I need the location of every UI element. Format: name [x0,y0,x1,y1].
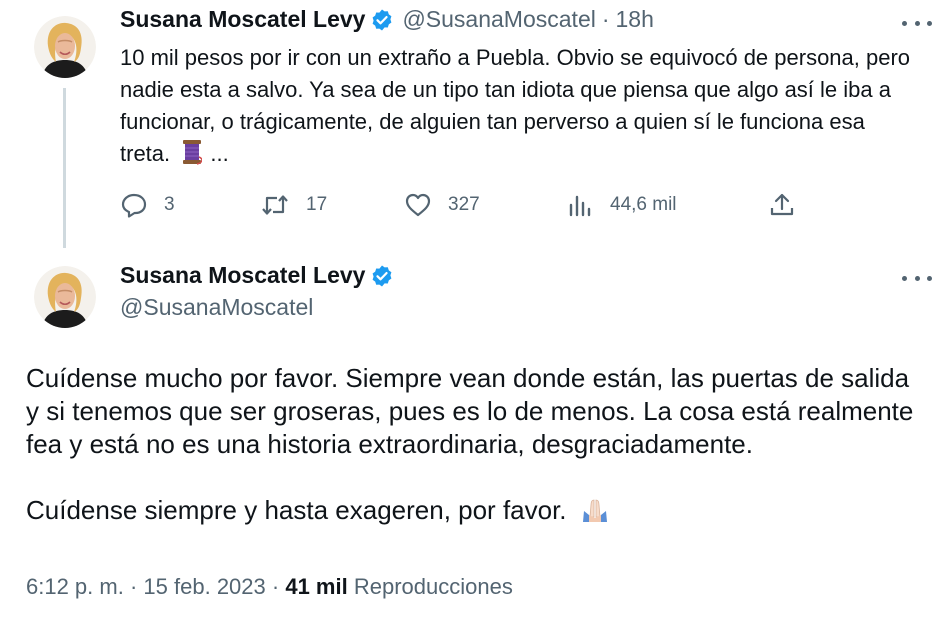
author-name[interactable]: Susana Moscatel Levy [120,6,365,33]
tweet-paragraph: Cuídense mucho por favor. Siempre vean d… [26,363,914,459]
tweet-body: 10 mil pesos por ir con un extraño a Pue… [120,45,911,166]
tweet1-header: Susana Moscatel Levy @SusanaMoscatel · 1… [120,6,654,33]
avatar[interactable] [34,266,96,328]
views-button[interactable]: 44,6 mil [566,188,677,222]
tweet-text: 10 mil pesos por ir con un extraño a Pue… [120,42,920,174]
tweet-time[interactable]: 6:12 p. m. [26,574,124,599]
spool-of-thread-icon [182,139,203,174]
retweet-count: 17 [306,194,328,215]
folded-hands-icon [580,497,610,533]
views-count: 44,6 mil [610,194,677,215]
tweet-paragraph-2: Cuídense siempre y hasta exageren, por f… [26,494,926,533]
thread-connector-line [63,88,66,248]
retweet-button[interactable]: 17 [260,188,327,222]
tweet-meta: 6:12 p. m. · 15 feb. 2023 · 41 mil Repro… [26,574,513,600]
like-count: 327 [448,194,480,215]
avatar[interactable] [34,16,96,78]
tweet-paragraph-text: Cuídense siempre y hasta exageren, por f… [26,495,567,525]
show-more-link[interactable]: ... [210,141,228,166]
more-options-icon[interactable] [902,18,932,28]
reply-button[interactable]: 3 [120,188,175,222]
views-label: Reproducciones [353,574,513,599]
tweet2-header: Susana Moscatel Levy [120,262,394,289]
verified-badge-icon [370,264,394,288]
share-button[interactable] [768,188,796,222]
reply-icon [121,193,147,218]
analytics-icon [569,195,591,217]
author-name[interactable]: Susana Moscatel Levy [120,262,365,289]
author-handle[interactable]: @SusanaMoscatel [402,6,595,33]
author-handle[interactable]: @SusanaMoscatel [120,294,313,321]
heart-icon [405,193,431,217]
meta-separator: · [271,574,280,599]
views-count: 41 mil [285,574,348,599]
tweet-date[interactable]: 15 feb. 2023 [143,574,265,599]
more-options-icon[interactable] [902,273,932,283]
tweet-text: Cuídense mucho por favor. Siempre vean d… [26,362,926,533]
header-separator: · [601,6,610,32]
retweet-icon [262,195,288,215]
tweet-timestamp[interactable]: 18h [616,6,654,33]
reply-count: 3 [164,194,175,215]
tweet1-action-bar: 3 17 327 44,6 mil [120,188,810,222]
like-button[interactable]: 327 [404,188,480,222]
meta-separator: · [129,574,138,599]
share-icon [770,193,794,216]
verified-badge-icon [370,8,394,32]
